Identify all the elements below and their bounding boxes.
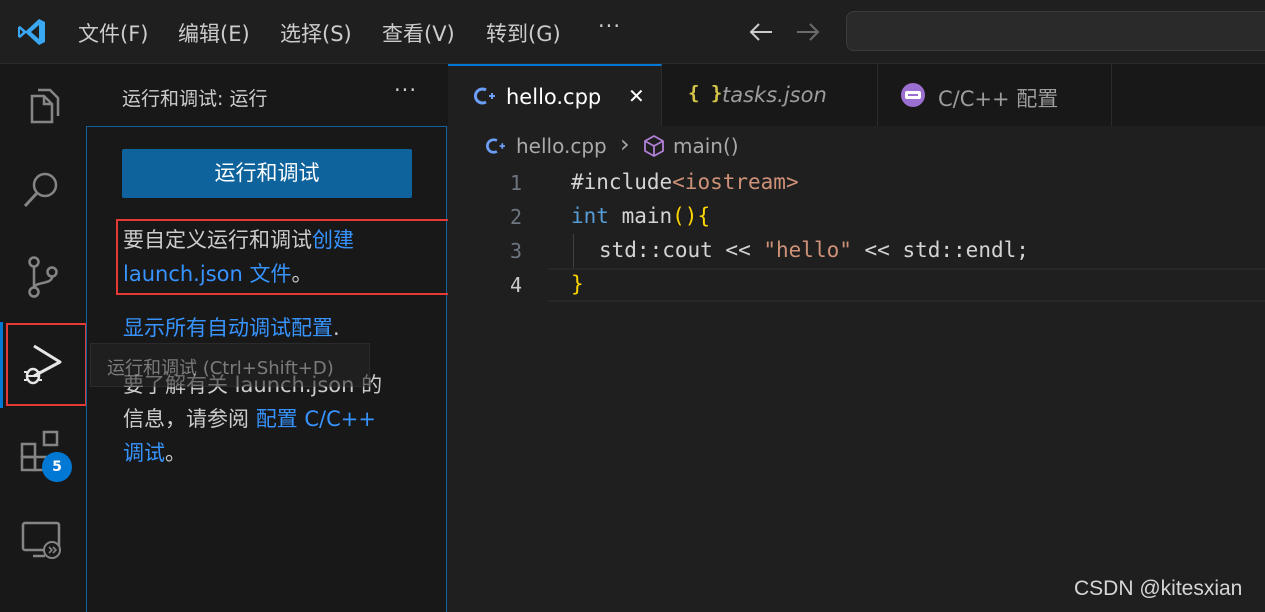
vscode-logo-icon bbox=[18, 19, 45, 45]
remote-explorer-icon[interactable] bbox=[18, 516, 66, 564]
sidebar-header: 运行和调试: 运行 ··· bbox=[86, 64, 448, 126]
cpp-icon bbox=[474, 87, 495, 105]
token-brace-open: { bbox=[697, 204, 711, 228]
show-all-paragraph: 显示所有自动调试配置. bbox=[123, 311, 433, 345]
tab-label: hello.cpp bbox=[506, 85, 602, 109]
activity-bar: 5 bbox=[0, 64, 87, 612]
tab-cpp-config[interactable]: C/C++ 配置 bbox=[878, 64, 1112, 126]
customize-text: 要自定义运行和调试 bbox=[123, 228, 312, 252]
tab-label: tasks.json bbox=[722, 83, 827, 107]
run-and-debug-button[interactable]: 运行和调试 bbox=[122, 149, 412, 198]
breadcrumb-symbol[interactable]: main() bbox=[673, 134, 739, 158]
configure-cpp-link[interactable]: 配置 C/C++ bbox=[256, 407, 376, 431]
end-period: 。 bbox=[165, 441, 186, 465]
sidebar-more-icon[interactable]: ··· bbox=[394, 78, 417, 102]
menu-go[interactable]: 转到(G) bbox=[486, 18, 561, 48]
active-indicator bbox=[0, 322, 3, 408]
sidebar-title: 运行和调试: 运行 bbox=[122, 88, 268, 110]
breadcrumb: hello.cpp › main() bbox=[448, 126, 1265, 164]
token-paren: () bbox=[672, 204, 698, 228]
tooltip-text: 运行和调试 (Ctrl+Shift+D) bbox=[107, 358, 334, 379]
method-symbol-icon bbox=[644, 135, 664, 157]
token-keyword: int bbox=[571, 204, 609, 228]
search-icon[interactable] bbox=[18, 166, 66, 214]
arrow-left-icon[interactable] bbox=[748, 20, 774, 44]
launch-json-link[interactable]: launch.json 文件 bbox=[123, 262, 291, 286]
menu-more-icon[interactable]: ··· bbox=[598, 14, 621, 38]
source-control-icon[interactable] bbox=[18, 252, 66, 300]
debug-link[interactable]: 调试 bbox=[123, 441, 165, 465]
command-center-search[interactable] bbox=[846, 11, 1265, 51]
line-number: 1 bbox=[509, 171, 522, 195]
run-debug-icon[interactable] bbox=[18, 340, 66, 388]
json-icon: { } bbox=[688, 82, 723, 104]
code-line-2: int main(){ bbox=[571, 204, 710, 228]
tooltip: 运行和调试 (Ctrl+Shift+D) bbox=[90, 343, 370, 387]
cpp-icon bbox=[486, 138, 505, 154]
token-function: main bbox=[608, 204, 673, 228]
customize-paragraph: 要自定义运行和调试创建 launch.json 文件。 bbox=[123, 223, 423, 291]
menu-selection[interactable]: 选择(S) bbox=[280, 18, 352, 48]
indent-guide bbox=[573, 234, 574, 268]
learn-text-2: 信息，请参阅 bbox=[123, 407, 256, 431]
tab-close-icon[interactable]: ✕ bbox=[628, 84, 645, 108]
token-statement: std::cout << bbox=[599, 238, 764, 262]
code-line-1: #include<iostream> bbox=[571, 170, 799, 194]
breadcrumb-file[interactable]: hello.cpp bbox=[516, 134, 607, 158]
explorer-icon[interactable] bbox=[18, 82, 66, 130]
code-editor[interactable]: hello.cpp › main() 1 2 3 4 #include<iost… bbox=[448, 126, 1265, 612]
tab-hello-cpp[interactable]: hello.cpp ✕ bbox=[448, 64, 662, 126]
line-number-current: 4 bbox=[509, 273, 522, 297]
code-line-3: std::cout << "hello" << std::endl; bbox=[599, 238, 1029, 262]
title-bar: 文件(F) 编辑(E) 选择(S) 查看(V) 转到(G) ··· bbox=[0, 0, 1265, 64]
line-number: 2 bbox=[509, 205, 522, 229]
line-number: 3 bbox=[509, 239, 522, 263]
arrow-right-icon[interactable] bbox=[795, 20, 821, 44]
menu-file[interactable]: 文件(F) bbox=[78, 18, 148, 48]
extensions-badge: 5 bbox=[42, 452, 72, 482]
show-all-configs-link[interactable]: 显示所有自动调试配置 bbox=[123, 316, 333, 340]
menu-edit[interactable]: 编辑(E) bbox=[178, 18, 250, 48]
menu-view[interactable]: 查看(V) bbox=[382, 18, 455, 48]
editor-tab-bar: hello.cpp ✕ { } tasks.json C/C++ 配置 bbox=[448, 64, 1265, 126]
token-include-path: <iostream> bbox=[672, 170, 799, 194]
show-all-period: . bbox=[333, 316, 340, 340]
breadcrumb-separator: › bbox=[620, 130, 630, 158]
token-string: "hello" bbox=[763, 238, 852, 262]
tab-tasks-json[interactable]: { } tasks.json bbox=[662, 64, 878, 126]
code-line-4: } bbox=[571, 272, 584, 296]
current-line-highlight bbox=[548, 268, 1265, 302]
token-preprocessor: #include bbox=[571, 170, 673, 194]
token-brace-close: } bbox=[571, 272, 584, 296]
cpp-config-icon bbox=[901, 83, 925, 107]
period: 。 bbox=[291, 262, 313, 286]
watermark: CSDN @kitesxian bbox=[1074, 577, 1243, 600]
token-statement-end: << std::endl; bbox=[851, 238, 1029, 262]
create-link[interactable]: 创建 bbox=[312, 228, 354, 252]
tab-label: C/C++ 配置 bbox=[938, 87, 1059, 111]
